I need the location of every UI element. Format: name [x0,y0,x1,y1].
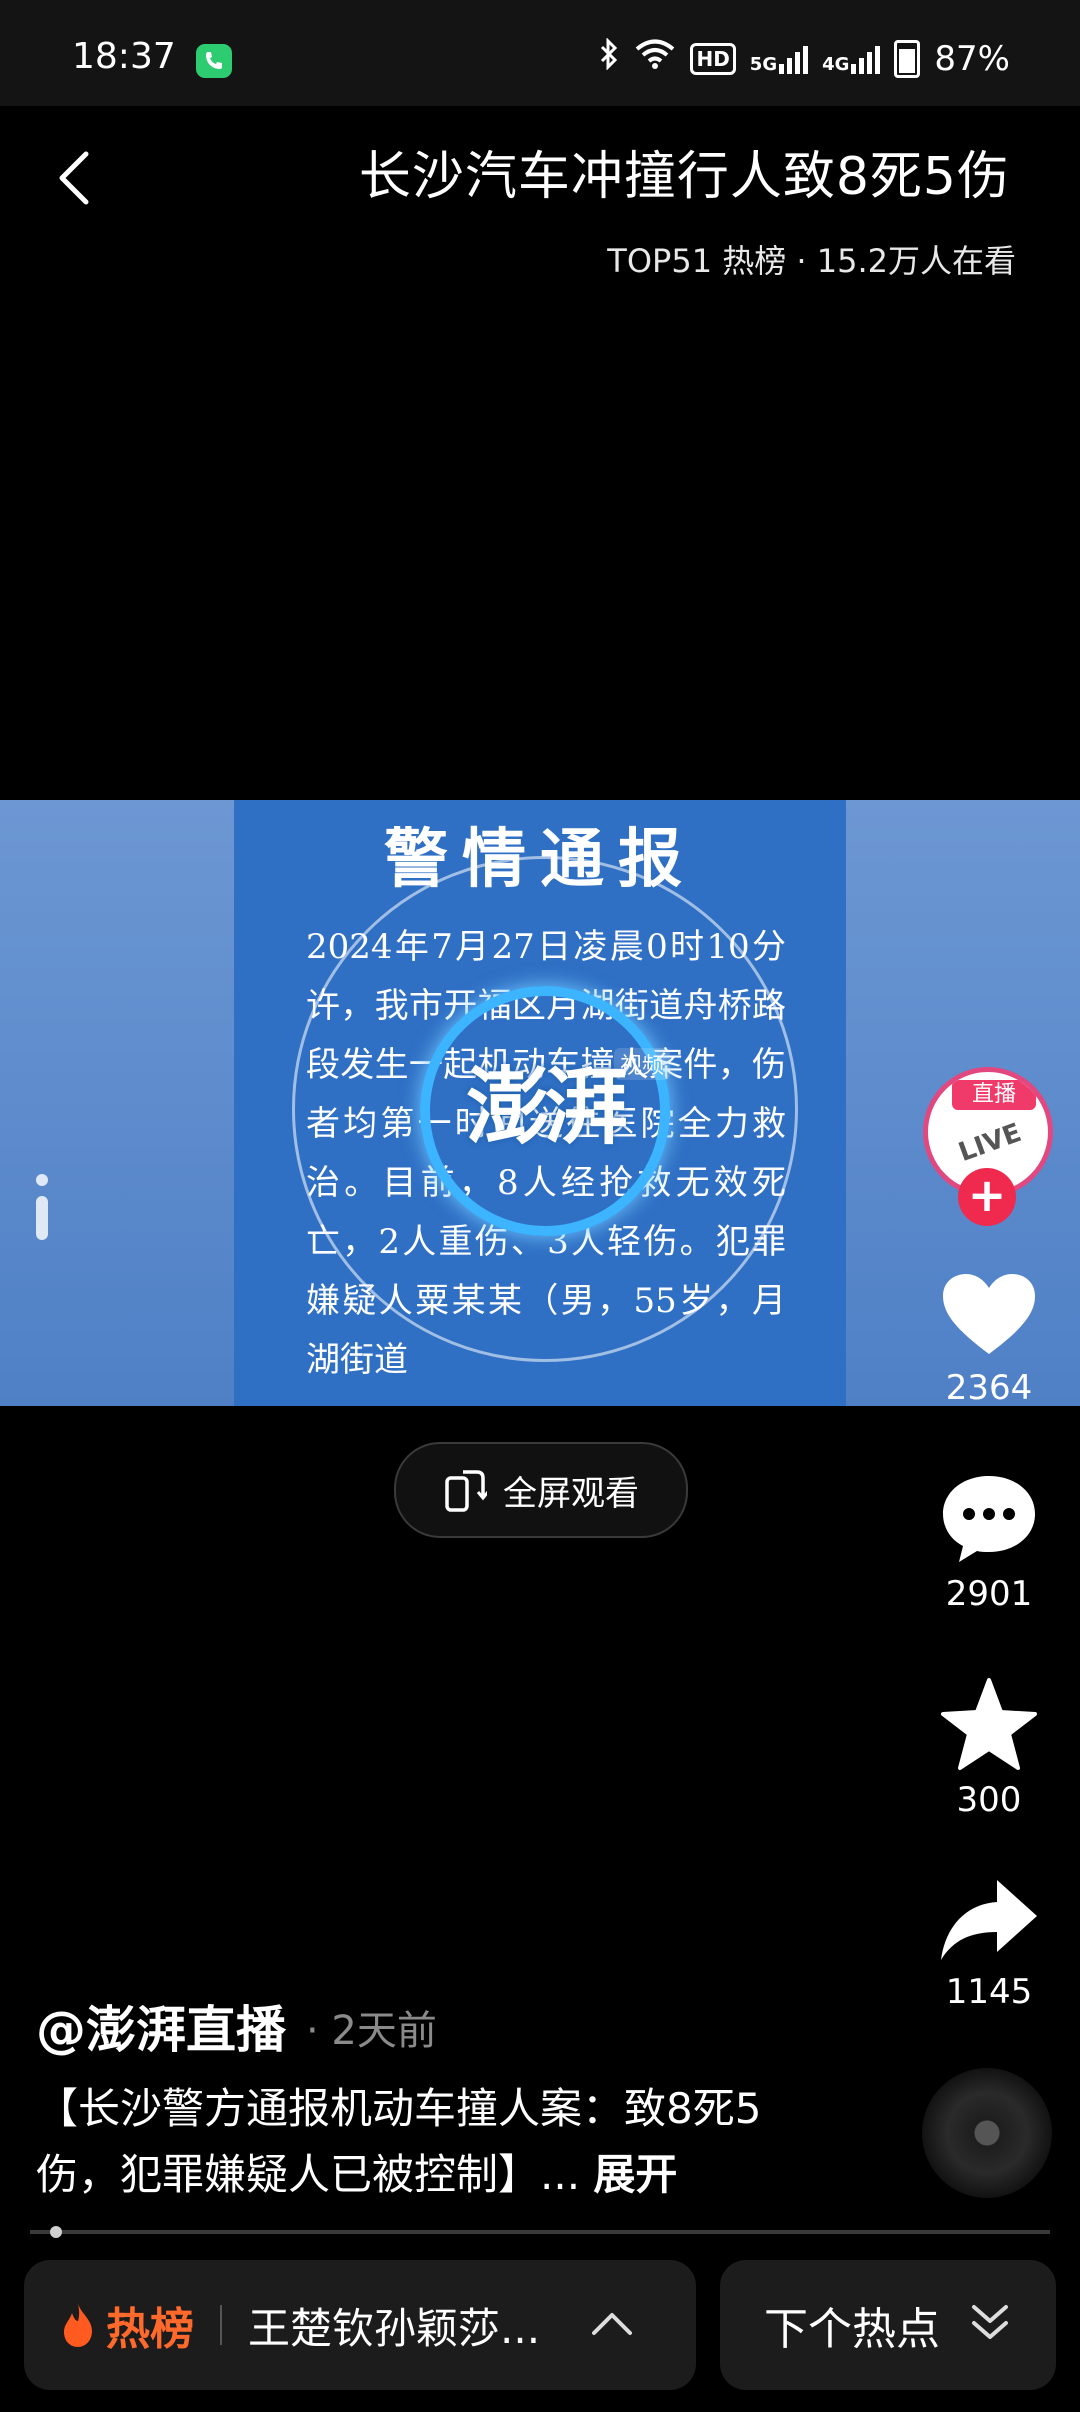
author-live-avatar[interactable]: 直播 LIVE + [920,1064,1056,1226]
next-hot-label: 下个热点 [764,2304,940,2355]
live-logo-text: LIVE [954,1117,1026,1169]
like-button[interactable]: 2364 [914,1270,1064,1408]
comment-icon [943,1476,1035,1562]
post-time: · 2天前 [306,2008,437,2054]
video-blur-left [0,800,234,1406]
comment-button[interactable]: 2901 [914,1472,1064,1614]
hd-icon: HD [690,42,736,75]
post-description[interactable]: 【长沙警方通报机动车撞人案：致8死5伤，犯罪嫌疑人已被控制】... 展开 [36,2076,816,2208]
fire-icon [64,2303,92,2347]
video-progress-bar[interactable] [30,2230,1050,2234]
chevron-up-icon[interactable] [590,2309,634,2341]
back-button[interactable] [52,148,102,208]
page-title: 长沙汽车冲撞行人致8死5伤 [358,147,1010,207]
hot-list-label: 热榜 [58,2293,194,2357]
bluetooth-icon [598,37,620,79]
hot-list-bar[interactable]: 热榜 王楚钦孙颖莎... [24,2260,696,2390]
follow-button[interactable]: + [958,1168,1016,1226]
share-button[interactable]: 1145 [914,1876,1064,2012]
status-time: 18:37 [72,36,176,77]
share-count: 1145 [945,1972,1033,2012]
double-chevron-down-icon [970,2301,1010,2349]
police-notice-image: 警情通报 2024年7月27日凌晨0时10分许，我市开福区月湖街道舟桥路段发生一… [234,800,846,1406]
heart-icon [943,1274,1035,1354]
signal-5g-icon: 5G [750,44,809,74]
author-name[interactable]: @澎湃直播 [36,1990,286,2062]
progress-handle[interactable] [50,2226,62,2238]
battery-icon [894,39,921,78]
star-icon [941,1678,1037,1770]
comment-count: 2901 [945,1574,1033,1614]
hot-rank-subtitle[interactable]: TOP51 热榜 · 15.2万人在看 [607,236,1016,282]
fullscreen-label: 全屏观看 [503,1473,639,1514]
favorite-count: 300 [956,1780,1022,1820]
battery-percent: 87% [934,38,1010,79]
divider [220,2305,222,2345]
phone-call-icon [196,44,232,78]
status-icons: HD 5G 4G 87% [598,37,1010,79]
rotate-phone-icon [445,1470,487,1512]
wifi-icon [634,38,676,79]
music-disc-icon[interactable] [922,2068,1052,2198]
page-indicator [36,1174,48,1250]
live-badge: 直播 [952,1080,1036,1110]
signal-4g-icon: 4G [822,44,881,74]
status-bar: 18:37 HD 5G 4G 87% [0,0,1080,106]
next-hot-button[interactable]: 下个热点 [720,2260,1056,2390]
like-count: 2364 [945,1368,1033,1408]
hot-topic[interactable]: 王楚钦孙颖莎... [248,2295,548,2356]
chevron-left-icon [59,151,89,205]
watermark-sub: 视频 [614,1048,671,1080]
expand-button[interactable]: 展开 [593,2150,677,2199]
share-arrow-icon [941,1880,1037,1960]
favorite-button[interactable]: 300 [914,1676,1064,1820]
fullscreen-button[interactable]: 全屏观看 [394,1442,688,1538]
